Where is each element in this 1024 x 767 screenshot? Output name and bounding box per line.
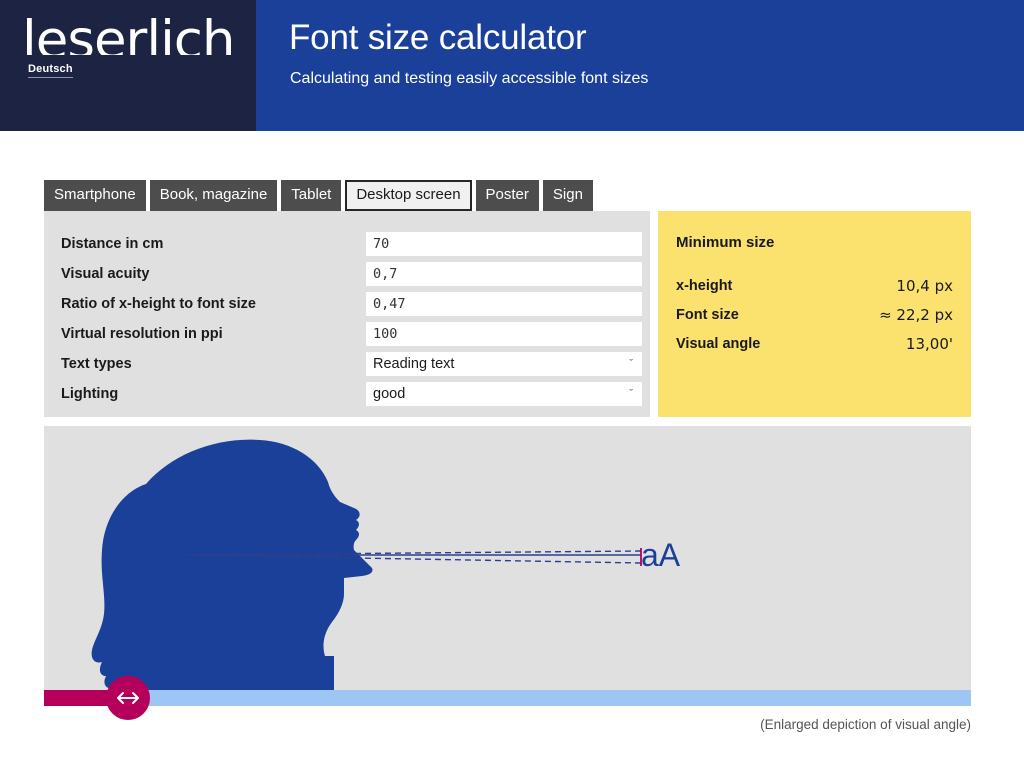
input-distance-in-cm[interactable]: 70	[366, 232, 642, 256]
sample-text-aA: aA	[641, 537, 681, 573]
input-visual-acuity[interactable]: 0,7	[366, 262, 642, 286]
form-label: Text types	[61, 356, 132, 372]
form-row: Lighting good ˇ	[44, 382, 650, 406]
visual-angle-illustration	[44, 426, 971, 706]
result-label: x-height	[676, 278, 733, 294]
tab-sign[interactable]: Sign	[542, 180, 593, 211]
page-header: leserlich Deutsch Font size calculator C…	[0, 0, 1024, 131]
page-title: Font size calculator	[289, 18, 587, 57]
result-row: Visual angle 13,00'	[658, 333, 971, 355]
result-row: x-height 10,4 px	[658, 275, 971, 297]
input-virtual-resolution-in-ppi[interactable]: 100	[366, 322, 642, 346]
minimum-size-result-panel: Minimum size x-height 10,4 px Font size ≈ 2…	[658, 211, 971, 417]
form-label: Virtual resolution in ppi	[61, 326, 223, 342]
result-value: ≈ 22,2 px	[879, 306, 953, 324]
leserlich-logo[interactable]: leserlich	[22, 13, 235, 55]
result-value: 10,4 px	[896, 277, 953, 295]
tab-smartphone[interactable]: Smartphone	[44, 180, 146, 211]
left-right-arrow-icon	[117, 692, 139, 704]
select-value: Reading text	[373, 356, 455, 372]
form-label: Ratio of x-height to font size	[61, 296, 256, 312]
form-row: Visual acuity 0,7	[44, 262, 650, 286]
chevron-down-icon: ˇ	[629, 357, 633, 370]
chevron-down-icon: ˇ	[629, 387, 633, 400]
select-value: good	[373, 386, 406, 402]
result-label: Font size	[676, 307, 739, 323]
tab-book-magazine[interactable]: Book, magazine	[149, 180, 278, 211]
form-label: Lighting	[61, 386, 119, 402]
result-panel-heading: Minimum size	[676, 234, 775, 251]
tab-desktop-screen[interactable]: Desktop screen	[345, 180, 472, 211]
result-row: Font size ≈ 22,2 px	[658, 304, 971, 326]
tab-poster[interactable]: Poster	[475, 180, 539, 211]
result-value: 13,00'	[905, 335, 953, 353]
form-row: Ratio of x-height to font size 0,47	[44, 292, 650, 316]
result-label: Visual angle	[676, 336, 761, 352]
language-switch-deutsch[interactable]: Deutsch	[28, 63, 73, 78]
form-row: Text types Reading text ˇ	[44, 352, 650, 376]
distance-slider-track[interactable]	[44, 690, 971, 706]
page-subtitle: Calculating and testing easily accessibl…	[290, 70, 649, 87]
select-text-types[interactable]: Reading text ˇ	[366, 352, 642, 376]
illustration-caption: (Enlarged depiction of visual angle)	[760, 717, 971, 732]
form-label: Distance in cm	[61, 236, 164, 252]
parameters-form-panel: Distance in cm 70 Visual acuity 0,7 Ratio of…	[44, 211, 650, 417]
select-lighting[interactable]: good ˇ	[366, 382, 642, 406]
head-and-sightlines-graphic	[91, 439, 642, 706]
form-label: Visual acuity	[61, 266, 150, 282]
input-ratio-of-x-height-to-font-size[interactable]: 0,47	[366, 292, 642, 316]
form-row: Distance in cm 70	[44, 232, 650, 256]
logo-block: leserlich Deutsch	[0, 0, 256, 131]
form-row: Virtual resolution in ppi 100	[44, 322, 650, 346]
tab-tablet[interactable]: Tablet	[281, 180, 342, 211]
device-tab-bar: Smartphone Book, magazine Tablet Desktop sc…	[44, 180, 593, 211]
distance-slider-handle[interactable]	[106, 676, 150, 720]
header-title-block: Font size calculator Calculating and tes…	[256, 0, 1024, 131]
